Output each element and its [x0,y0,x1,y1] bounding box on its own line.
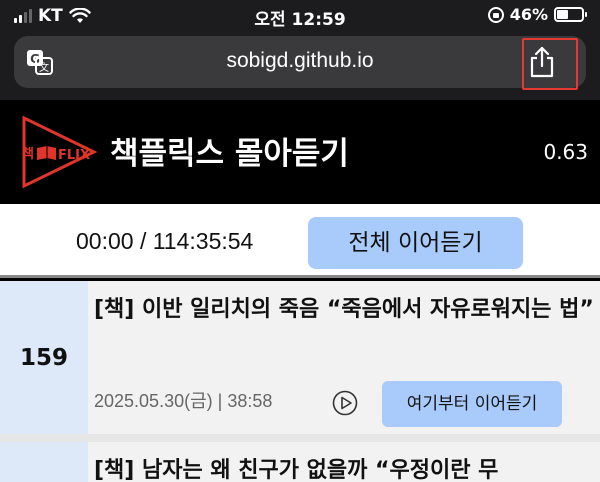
status-bar: KT 오전 12:59 46% [0,0,600,32]
battery-percent: 46% [509,5,548,24]
share-highlight-box [522,38,578,90]
chaekflix-logo[interactable]: 책 FLIX [20,116,98,188]
episode-body: [책] 남자는 왜 친구가 없을까 “우정이란 무 [88,442,600,482]
player-controls: 00:00 / 114:35:54 전체 이어듣기 [0,204,600,278]
status-right: 46% [487,5,587,24]
playback-timer: 00:00 / 114:35:54 [76,228,254,254]
svg-text:FLIX: FLIX [58,148,90,163]
app-version: 0.63 [543,140,588,164]
battery-icon [554,7,587,22]
episode-number: 159 [0,281,88,434]
resume-from-here-button[interactable]: 여기부터 이어듣기 [382,381,562,427]
play-icon[interactable] [332,390,358,416]
episode-meta: 2025.05.30(금) | 38:58 [94,391,273,411]
list-item[interactable]: 159 [책] 이반 일리치의 죽음 “죽음에서 자유로워지는 법” 2025.… [0,281,600,434]
browser-chrome: KT 오전 12:59 46% G 文 sobigd.github.io [0,0,600,100]
episode-list: 159 [책] 이반 일리치의 죽음 “죽음에서 자유로워지는 법” 2025.… [0,281,600,482]
url-text[interactable]: sobigd.github.io [14,49,586,73]
orientation-lock-icon [487,6,504,23]
episode-number [0,442,88,482]
address-bar[interactable]: G 文 sobigd.github.io [14,36,586,88]
app-header: 책 FLIX 책플릭스 몰아듣기 0.63 [0,100,600,204]
resume-all-button[interactable]: 전체 이어듣기 [308,217,523,269]
episode-body: [책] 이반 일리치의 죽음 “죽음에서 자유로워지는 법” 2025.05.3… [88,281,600,434]
svg-text:책: 책 [22,147,34,162]
battery-fill [557,10,568,19]
app-title: 책플릭스 몰아듣기 [110,136,349,172]
episode-title[interactable]: [책] 남자는 왜 친구가 없을까 “우정이란 무 [94,452,594,482]
episode-title[interactable]: [책] 이반 일리치의 죽음 “죽음에서 자유로워지는 법” [94,291,594,329]
list-item[interactable]: [책] 남자는 왜 친구가 없을까 “우정이란 무 [0,442,600,482]
